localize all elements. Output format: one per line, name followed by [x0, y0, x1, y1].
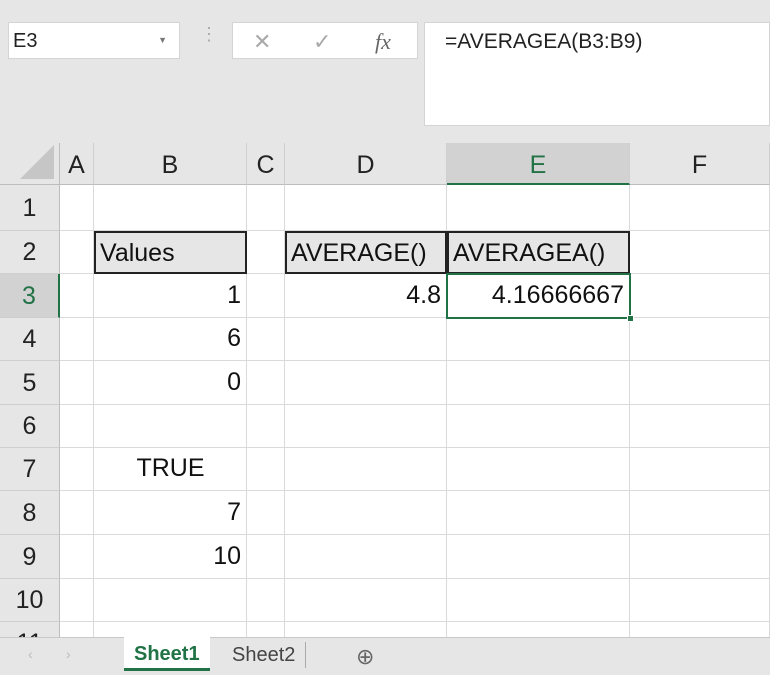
row-header-10[interactable]: 10	[0, 579, 60, 622]
name-box-value: E3	[13, 30, 38, 52]
tab-sheet2[interactable]: Sheet2	[222, 642, 307, 668]
cell-b7[interactable]: TRUE	[94, 448, 247, 491]
cell-b3[interactable]: 1	[94, 274, 247, 318]
cell-b4[interactable]: 6	[94, 318, 247, 361]
drag-handle-icon[interactable]: ⋮	[200, 25, 218, 43]
cell-b9[interactable]: 10	[94, 535, 247, 579]
column-header-c[interactable]: C	[247, 143, 285, 185]
row-header-7[interactable]: 7	[0, 448, 60, 491]
row-header-9[interactable]: 9	[0, 535, 60, 579]
cell-b8[interactable]: 7	[94, 491, 247, 535]
row-header-5[interactable]: 5	[0, 361, 60, 405]
scroll-left-icon[interactable]: ‹	[28, 646, 33, 662]
name-box[interactable]: E3 ▼	[8, 22, 180, 59]
row-header-2[interactable]: 2	[0, 231, 60, 274]
row-header-3[interactable]: 3	[0, 274, 60, 318]
enter-icon[interactable]: ✓	[313, 29, 331, 55]
column-header-f[interactable]: F	[630, 143, 770, 185]
row-header-6[interactable]: 6	[0, 405, 60, 448]
formula-buttons: ✕ ✓ fx	[232, 22, 418, 59]
cancel-icon[interactable]: ✕	[253, 29, 271, 55]
insert-function-icon[interactable]: fx	[375, 29, 391, 55]
chevron-down-icon[interactable]: ▼	[158, 35, 167, 45]
tab-sheet1[interactable]: Sheet1	[124, 637, 210, 671]
cell-d2[interactable]: AVERAGE()	[285, 231, 447, 274]
column-header-d[interactable]: D	[285, 143, 447, 185]
column-header-b[interactable]: B	[94, 143, 247, 185]
gridline	[60, 621, 770, 622]
column-header-a[interactable]: A	[60, 143, 94, 185]
formula-input[interactable]: =AVERAGEA(B3:B9)	[424, 22, 770, 126]
row-header-8[interactable]: 8	[0, 491, 60, 535]
row-header-11[interactable]: 11	[0, 622, 60, 637]
column-header-e[interactable]: E	[447, 143, 630, 185]
cell-b5[interactable]: 0	[94, 361, 247, 405]
cell-d3[interactable]: 4.8	[285, 274, 447, 318]
spreadsheet-grid[interactable]: ABCDEF 1234567891011 ValuesAVERAGE()AVER…	[0, 143, 770, 637]
scroll-right-icon[interactable]: ›	[66, 646, 71, 662]
add-sheet-icon[interactable]: ⊕	[356, 644, 374, 670]
cell-e3[interactable]: 4.16666667	[447, 274, 630, 318]
sheet-tab-bar: ‹ › Sheet1 Sheet2 ⊕	[0, 637, 770, 675]
select-all-button[interactable]	[0, 143, 60, 185]
row-header-4[interactable]: 4	[0, 318, 60, 361]
cell-e2[interactable]: AVERAGEA()	[447, 231, 630, 274]
row-header-1[interactable]: 1	[0, 185, 60, 231]
cell-b2[interactable]: Values	[94, 231, 247, 274]
